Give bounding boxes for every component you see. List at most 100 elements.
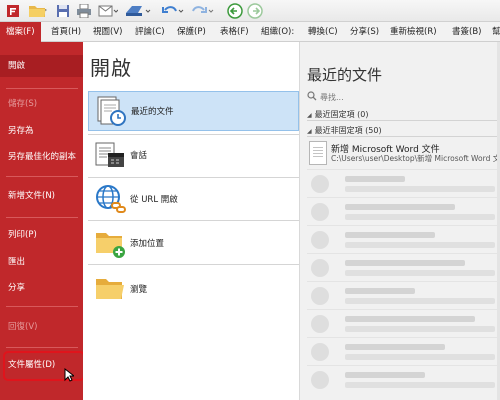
recent-file-row-blurred[interactable] bbox=[307, 225, 500, 253]
file-sidebar: 開啟 儲存(S) 另存為 另存最佳化的副本 新增文件(N) 列印(P) 匯出 分… bbox=[0, 42, 83, 400]
tab-protect[interactable]: 保護(P) bbox=[177, 25, 206, 40]
redacted-text bbox=[345, 186, 495, 192]
sidebar-item-export[interactable]: 匯出 bbox=[0, 251, 83, 273]
file-thumbnail bbox=[311, 231, 329, 249]
recent-title: 最近的文件 bbox=[307, 66, 383, 84]
search-input[interactable] bbox=[320, 93, 490, 102]
globe-link-icon bbox=[92, 181, 128, 217]
redacted-text bbox=[345, 372, 425, 378]
redacted-text bbox=[345, 382, 495, 388]
file-thumbnail bbox=[311, 259, 329, 277]
sidebar-item-new-document[interactable]: 新增文件(N) bbox=[0, 185, 83, 207]
file-thumbnail bbox=[311, 175, 329, 193]
document-icon bbox=[309, 141, 327, 165]
open-option-label: 最近的文件 bbox=[131, 107, 174, 117]
recent-file-row-blurred[interactable] bbox=[307, 365, 500, 393]
redacted-text bbox=[345, 270, 495, 276]
sidebar-item-share[interactable]: 分享 bbox=[0, 277, 83, 299]
tab-view[interactable]: 視圖(V) bbox=[93, 25, 122, 40]
redacted-text bbox=[345, 204, 455, 210]
unpinned-group-label: 最近非固定項 (50) bbox=[314, 126, 382, 135]
folder-icon bbox=[92, 271, 128, 307]
session-icon bbox=[92, 137, 128, 173]
open-option-label: 會話 bbox=[130, 151, 148, 161]
divider bbox=[88, 264, 299, 265]
divider bbox=[88, 177, 299, 178]
tab-comment[interactable]: 評論(C) bbox=[135, 25, 165, 40]
scan-icon[interactable] bbox=[123, 2, 153, 20]
file-thumbnail bbox=[311, 203, 329, 221]
open-pane: 開啟 最近的文件 會話 從 URL 開啟 添加位置 瀏覽 bbox=[83, 42, 300, 400]
tab-form[interactable]: 表格(F) bbox=[220, 25, 249, 40]
pinned-group-header[interactable]: ◢ 最近固定項 (0) bbox=[307, 108, 500, 121]
page-title: 開啟 bbox=[90, 56, 132, 80]
email-icon[interactable] bbox=[97, 2, 119, 20]
redacted-text bbox=[345, 344, 445, 350]
redacted-text bbox=[345, 260, 465, 266]
recent-file-row-blurred[interactable] bbox=[307, 169, 500, 197]
print-icon[interactable] bbox=[75, 2, 93, 20]
recent-file-row-blurred[interactable] bbox=[307, 337, 500, 365]
sidebar-item-save[interactable]: 儲存(S) bbox=[0, 93, 83, 115]
quick-access-toolbar bbox=[0, 0, 500, 22]
recent-file-row-blurred[interactable] bbox=[307, 309, 500, 337]
redacted-text bbox=[345, 288, 415, 294]
recent-file-row-blurred[interactable] bbox=[307, 197, 500, 225]
sidebar-item-open[interactable]: 開啟 bbox=[0, 55, 83, 77]
save-icon[interactable] bbox=[55, 2, 71, 20]
recent-documents-pane: 最近的文件 ◢最近固定項 (0) ◢最近非固定項 (50) 新增 Microso… bbox=[300, 42, 500, 400]
open-folder-icon[interactable] bbox=[27, 2, 49, 20]
back-icon[interactable] bbox=[226, 2, 244, 20]
tab-help[interactable]: 幫 bbox=[492, 25, 500, 40]
app-logo-icon bbox=[4, 2, 22, 20]
redacted-text bbox=[345, 214, 495, 220]
search-box bbox=[307, 90, 497, 105]
collapse-triangle-icon: ◢ bbox=[307, 128, 312, 135]
pinned-group-label: 最近固定項 (0) bbox=[314, 110, 369, 119]
open-option-add-place[interactable]: 添加位置 bbox=[88, 223, 299, 263]
sidebar-item-revert[interactable]: 回復(V) bbox=[0, 316, 83, 338]
tab-convert[interactable]: 轉換(C) bbox=[308, 25, 338, 40]
divider bbox=[88, 220, 299, 221]
ribbon-tabs: 檔案(F) 首頁(H) 視圖(V) 評論(C) 保護(P) 表格(F) 組織(O… bbox=[0, 22, 500, 42]
redacted-text bbox=[345, 232, 435, 238]
open-option-from-url[interactable]: 從 URL 開啟 bbox=[88, 179, 299, 219]
add-folder-icon bbox=[92, 225, 128, 261]
redacted-text bbox=[345, 176, 405, 182]
sidebar-divider bbox=[6, 306, 78, 307]
open-option-browse[interactable]: 瀏覽 bbox=[88, 269, 299, 309]
redo-icon[interactable] bbox=[190, 2, 216, 20]
file-thumbnail bbox=[311, 343, 329, 361]
forward-icon[interactable] bbox=[246, 2, 264, 20]
unpinned-group-header[interactable]: ◢ 最近非固定項 (50) bbox=[307, 124, 500, 137]
tab-bookmarks[interactable]: 書簽(B) bbox=[452, 25, 481, 40]
recent-file-path: C:\Users\user\Desktop\新增 Microsoft Word … bbox=[331, 154, 500, 163]
tab-share[interactable]: 分享(S) bbox=[350, 25, 379, 40]
search-icon bbox=[307, 91, 317, 104]
sidebar-divider bbox=[6, 217, 78, 218]
sidebar-item-save-as[interactable]: 另存為 bbox=[0, 120, 83, 142]
redacted-text bbox=[345, 326, 495, 332]
tab-review[interactable]: 重新檢視(R) bbox=[390, 25, 437, 40]
tab-file[interactable]: 檔案(F) bbox=[0, 22, 41, 42]
file-thumbnail bbox=[311, 287, 329, 305]
tab-home[interactable]: 首頁(H) bbox=[51, 25, 81, 40]
sidebar-item-save-optimized-copy[interactable]: 另存最佳化的副本 bbox=[0, 146, 83, 168]
tab-organize[interactable]: 組織(O): bbox=[261, 25, 294, 40]
open-option-session[interactable]: 會話 bbox=[88, 135, 299, 175]
open-option-label: 添加位置 bbox=[130, 239, 165, 249]
mouse-cursor-icon bbox=[64, 367, 76, 385]
open-option-recent-documents[interactable]: 最近的文件 bbox=[88, 91, 299, 131]
undo-icon[interactable] bbox=[160, 2, 186, 20]
file-thumbnail bbox=[311, 315, 329, 333]
recent-documents-icon bbox=[93, 93, 129, 129]
recent-file-row[interactable]: 新增 Microsoft Word 文件 C:\Users\user\Deskt… bbox=[307, 140, 500, 168]
redacted-text bbox=[345, 354, 495, 360]
sidebar-item-print[interactable]: 列印(P) bbox=[0, 224, 83, 246]
redacted-text bbox=[345, 242, 495, 248]
redacted-text bbox=[345, 316, 475, 322]
recent-file-row-blurred[interactable] bbox=[307, 253, 500, 281]
recent-file-row-blurred[interactable] bbox=[307, 281, 500, 309]
file-thumbnail bbox=[311, 371, 329, 389]
sidebar-divider bbox=[6, 176, 78, 177]
